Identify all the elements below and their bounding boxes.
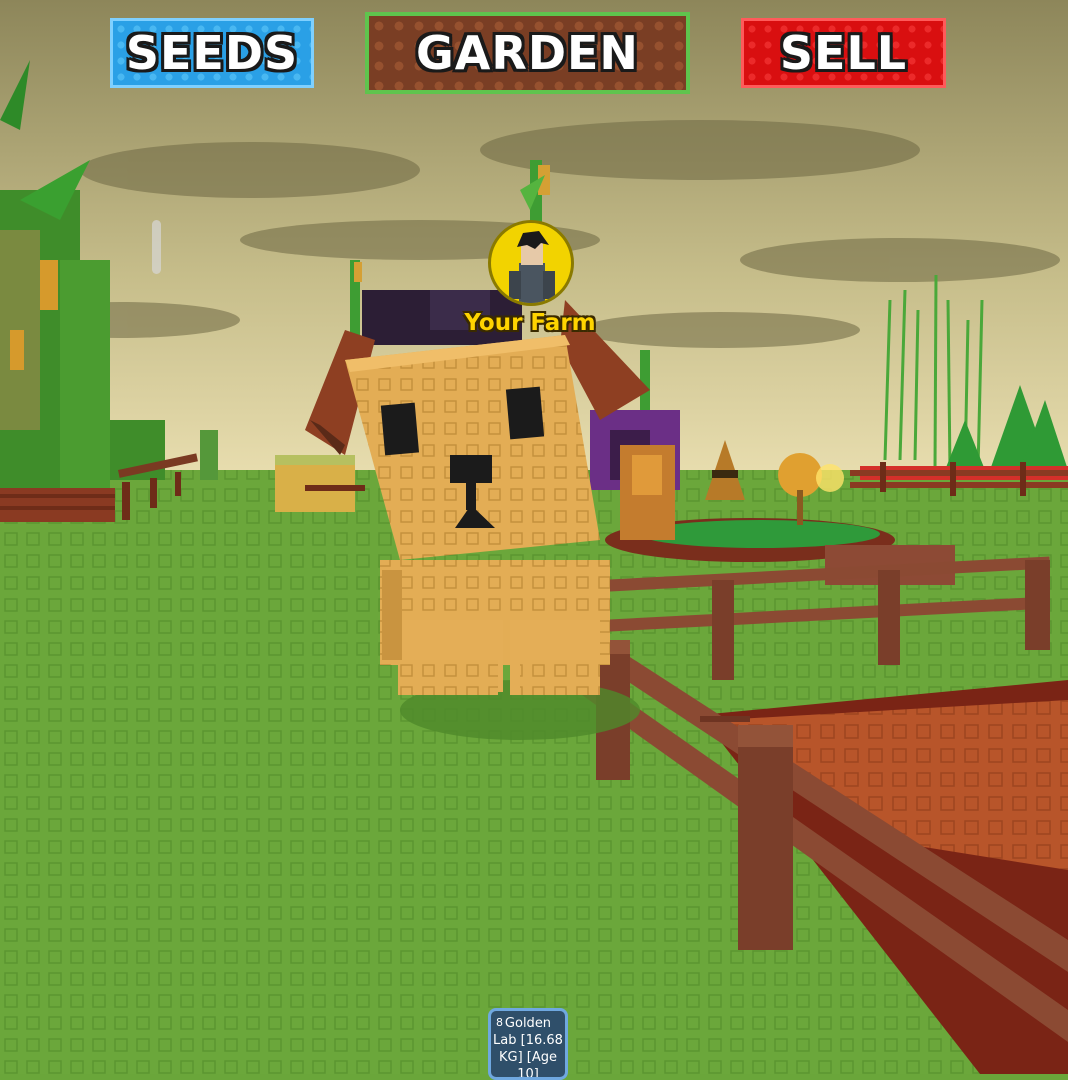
sell-button[interactable]: SELL	[741, 18, 946, 88]
garden-button[interactable]: GARDEN	[365, 12, 690, 94]
scroll-indicator	[152, 220, 161, 274]
avatar-icon	[509, 231, 555, 303]
seeds-button-label: SEEDS	[125, 26, 299, 80]
garden-button-label: GARDEN	[416, 26, 639, 80]
game-world[interactable]	[0, 0, 1068, 1074]
pet-info-tag[interactable]: 8 Golden Lab [16.68 KG] [Age 10]	[488, 1008, 568, 1080]
hay-bales	[275, 455, 365, 512]
pet-info-text: Golden Lab [16.68 KG] [Age 10]	[493, 1016, 563, 1080]
seeds-button[interactable]: SEEDS	[110, 18, 314, 88]
sell-button-label: SELL	[779, 26, 908, 80]
your-farm-label: Your Farm	[464, 310, 596, 336]
player-avatar-marker	[488, 220, 574, 306]
pet-count: 8	[496, 1016, 503, 1029]
